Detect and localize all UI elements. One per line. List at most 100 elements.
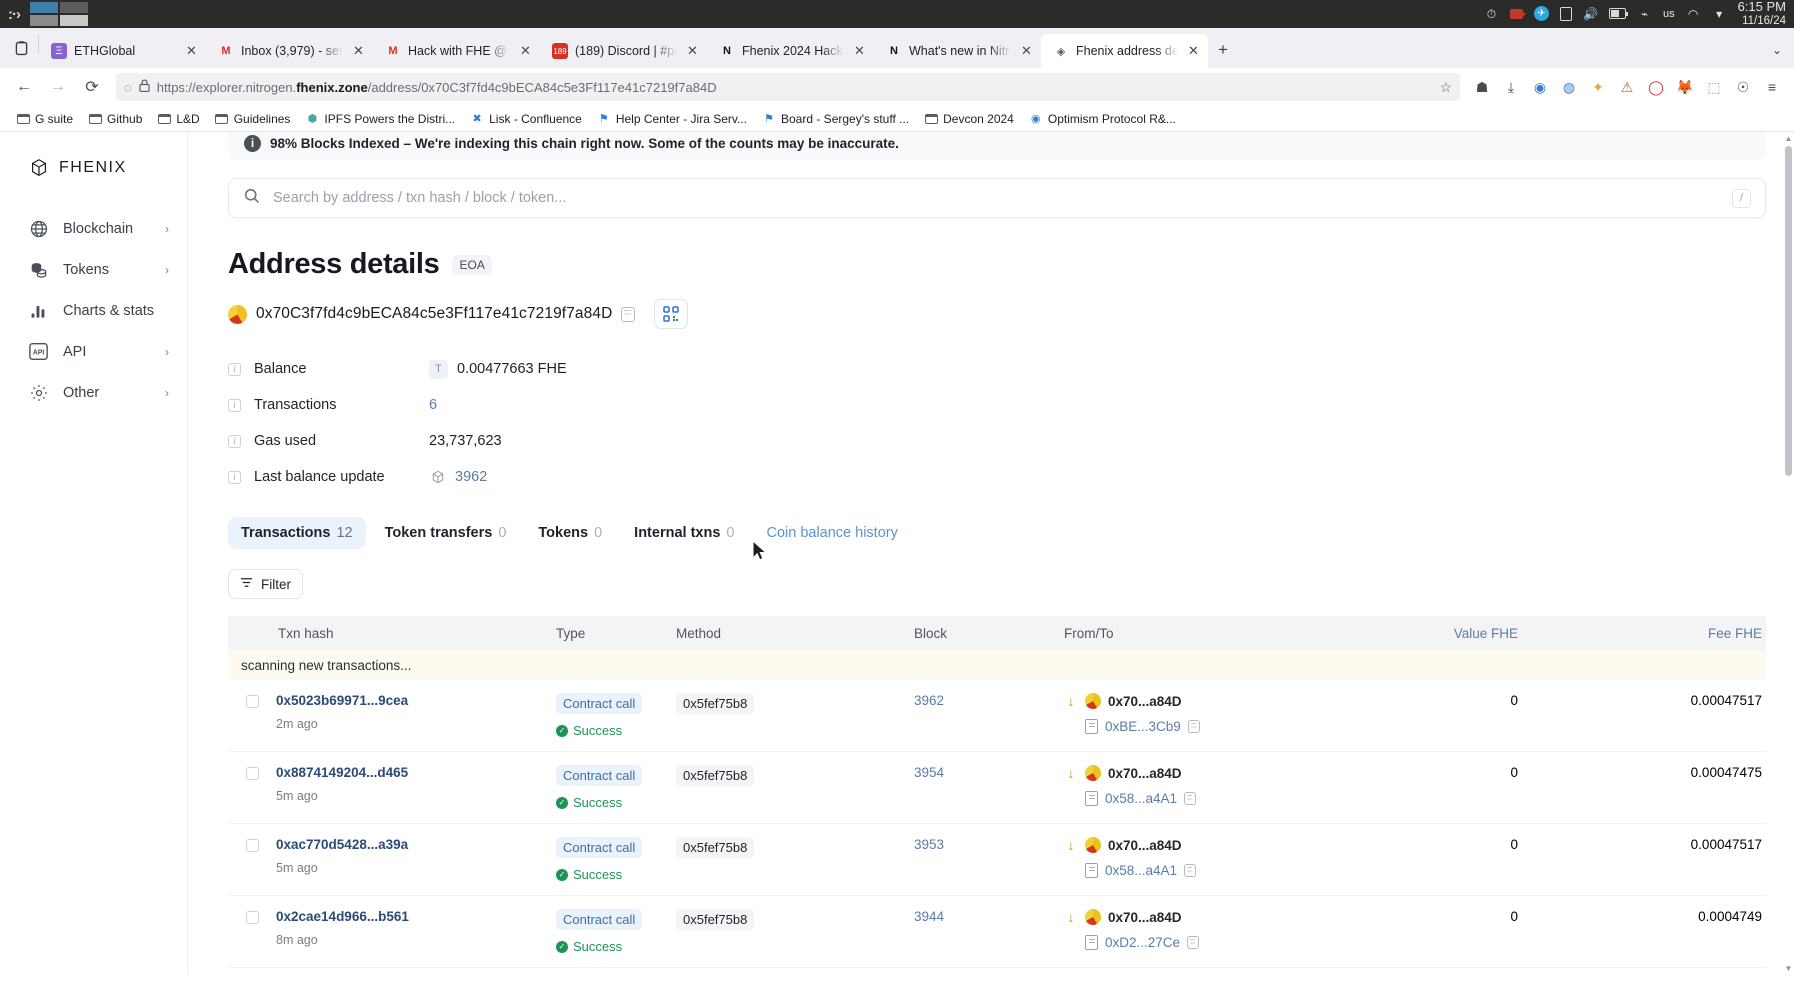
qr-code-button[interactable] <box>654 299 689 329</box>
browser-tab-3[interactable]: 189 (189) Discord | #partn ✕ <box>540 34 707 68</box>
address-bar[interactable]: ◌ https://explorer.nitrogen.fhenix.zone/… <box>116 73 1460 101</box>
to-address-link[interactable]: 0x58...a4A1 <box>1105 791 1177 806</box>
account-icon[interactable]: ☉ <box>1729 73 1757 101</box>
tab-close-icon[interactable]: ✕ <box>517 43 534 60</box>
telegram-icon[interactable]: ✈ <box>1533 6 1549 22</box>
opera-icon[interactable]: ◯ <box>1642 73 1670 101</box>
firefox-view-icon[interactable] <box>4 31 38 65</box>
scrollbar-thumb[interactable] <box>1785 146 1792 476</box>
search-input[interactable]: Search by address / txn hash / block / t… <box>273 190 1720 206</box>
scroll-down-icon[interactable]: ▼ <box>1784 964 1793 973</box>
copy-icon[interactable] <box>621 306 636 322</box>
tab-close-icon[interactable]: ✕ <box>350 43 367 60</box>
copy-icon[interactable] <box>1187 720 1200 733</box>
bookmark-item[interactable]: ⚑ Help Center - Jira Serv... <box>591 110 753 128</box>
bookmark-item[interactable]: ◉ Optimism Protocol R&... <box>1023 110 1182 128</box>
puzzle-icon[interactable]: ⬚ <box>1700 73 1728 101</box>
wifi-icon[interactable]: ◠ <box>1686 6 1701 21</box>
copy-icon[interactable] <box>1184 864 1197 877</box>
downloads-icon[interactable]: ⤓ <box>1497 73 1525 101</box>
sidebar-item-blockchain[interactable]: Blockchain › <box>0 208 187 249</box>
search-bar[interactable]: Search by address / txn hash / block / t… <box>228 178 1766 218</box>
bookmark-item[interactable]: Guidelines <box>209 110 297 128</box>
adblock-icon[interactable]: ✦ <box>1584 73 1612 101</box>
to-address-link[interactable]: 0x58...a4A1 <box>1105 863 1177 878</box>
table-row[interactable]: 0xac770d5428...a39a 5m ago Contract call… <box>228 824 1766 896</box>
scroll-up-icon[interactable]: ▲ <box>1784 134 1793 143</box>
browser-tab-6[interactable]: ◈ Fhenix address details ✕ <box>1041 34 1208 68</box>
workspace-1[interactable] <box>30 2 58 13</box>
info-hint-icon[interactable]: i <box>228 398 241 412</box>
block-link[interactable]: 3954 <box>914 765 944 780</box>
row-checkbox[interactable] <box>245 695 259 708</box>
tab-tokens[interactable]: Tokens 0 <box>525 517 615 549</box>
display-icon[interactable] <box>1608 8 1628 20</box>
volume-icon[interactable]: 🔊 <box>1583 6 1598 21</box>
browser-tab-5[interactable]: N What's new in Nitroge ✕ <box>874 34 1041 68</box>
workspace-switcher[interactable] <box>30 2 88 26</box>
bookmark-item[interactable]: ⬢ IPFS Powers the Distri... <box>299 110 461 128</box>
row-checkbox[interactable] <box>245 767 259 780</box>
sidebar-item-charts-stats[interactable]: Charts & stats <box>0 290 187 331</box>
info-hint-icon[interactable]: i <box>228 362 241 376</box>
chevron-down-icon[interactable]: ▾ <box>1712 6 1727 21</box>
menu-icon[interactable]: ≡ <box>1758 73 1786 101</box>
bookmark-item[interactable]: L&D <box>151 110 205 128</box>
block-link[interactable]: 3953 <box>914 837 944 852</box>
from-address-link[interactable]: 0x70...a84D <box>1108 910 1182 925</box>
row-checkbox[interactable] <box>245 911 259 924</box>
table-row[interactable]: 0x2cae14d966...b561 8m ago Contract call… <box>228 896 1766 968</box>
txn-hash-link[interactable]: 0xac770d5428...a39a <box>276 837 556 852</box>
browser-tab-0[interactable]: Ξ ETHGlobal ✕ <box>39 34 206 68</box>
shield-badge-icon[interactable]: ◉ <box>1526 73 1554 101</box>
tab-close-icon[interactable]: ✕ <box>183 43 200 60</box>
header-fee-fhe[interactable]: Fee FHE <box>1518 626 1766 641</box>
tab-coin-balance-history[interactable]: Coin balance history <box>753 517 910 549</box>
row-checkbox-cell[interactable] <box>228 693 276 740</box>
bookmark-item[interactable]: G suite <box>10 110 79 128</box>
list-all-tabs-icon[interactable]: ⌄ <box>1760 35 1794 65</box>
workspace-4[interactable] <box>60 15 88 26</box>
save-to-pocket-icon[interactable]: ☗ <box>1468 73 1496 101</box>
bell-icon[interactable]: ⏱ <box>1484 6 1499 21</box>
back-button[interactable]: ← <box>8 72 40 102</box>
copy-icon[interactable] <box>1187 936 1200 949</box>
metamask-icon[interactable]: 🦊 <box>1671 73 1699 101</box>
warning-icon[interactable]: ⚠ <box>1613 73 1641 101</box>
txn-hash-link[interactable]: 0x2cae14d966...b561 <box>276 909 556 924</box>
info-hint-icon[interactable]: i <box>228 470 241 484</box>
shield-icon[interactable]: ◌ <box>124 80 132 95</box>
block-link[interactable]: 3962 <box>914 693 944 708</box>
address-value[interactable]: 0x70C3f7fd4c9bECA84c5e3Ff117e41c7219f7a8… <box>256 305 612 323</box>
bookmark-item[interactable]: ⚑ Board - Sergey's stuff ... <box>756 110 915 128</box>
transactions-count-link[interactable]: 6 <box>429 397 437 413</box>
row-checkbox-cell[interactable] <box>228 909 276 956</box>
from-address-link[interactable]: 0x70...a84D <box>1108 766 1182 781</box>
keyboard-layout[interactable]: us <box>1663 8 1675 20</box>
header-value-fhe[interactable]: Value FHE <box>1378 626 1518 641</box>
sidebar-item-other[interactable]: Other › <box>0 372 187 413</box>
to-address-link[interactable]: 0xBE...3Cb9 <box>1105 719 1181 734</box>
row-checkbox-cell[interactable] <box>228 765 276 812</box>
copy-icon[interactable] <box>1184 792 1197 805</box>
bluetooth-icon[interactable]: ⌁ <box>1637 6 1652 21</box>
clipboard-icon[interactable] <box>1559 6 1572 21</box>
table-row[interactable]: 0x5023b69971...9cea 2m ago Contract call… <box>228 680 1766 752</box>
tab-transactions[interactable]: Transactions 12 <box>228 517 366 549</box>
tab-close-icon[interactable]: ✕ <box>1185 43 1202 60</box>
from-address-link[interactable]: 0x70...a84D <box>1108 694 1182 709</box>
row-checkbox[interactable] <box>245 839 259 852</box>
bookmark-item[interactable]: ✖ Lisk - Confluence <box>464 110 588 128</box>
workspace-3[interactable] <box>30 15 58 26</box>
reload-button[interactable]: ⟳ <box>76 72 108 102</box>
forward-button[interactable]: → <box>42 72 74 102</box>
row-checkbox-cell[interactable] <box>228 837 276 884</box>
to-address-link[interactable]: 0xD2...27Ce <box>1105 935 1180 950</box>
table-row[interactable]: 0x8874149204...d465 5m ago Contract call… <box>228 752 1766 824</box>
from-address-link[interactable]: 0x70...a84D <box>1108 838 1182 853</box>
bookmark-item[interactable]: Github <box>82 110 148 128</box>
bookmark-item[interactable]: Devcon 2024 <box>918 110 1020 128</box>
txn-hash-link[interactable]: 0x8874149204...d465 <box>276 765 556 780</box>
browser-tab-2[interactable]: M Hack with FHE @ ETH ✕ <box>373 34 540 68</box>
new-tab-button[interactable]: + <box>1208 35 1238 65</box>
